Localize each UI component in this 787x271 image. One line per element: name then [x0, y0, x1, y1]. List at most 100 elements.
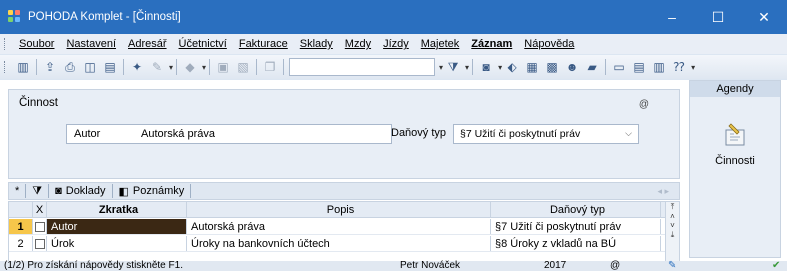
maximize-button[interactable]: ☐ [695, 0, 741, 34]
menu-adresar[interactable]: Adresář [128, 38, 167, 50]
tag-icon[interactable]: ⬖ [503, 58, 521, 76]
menu-zaznam[interactable]: Záznam [471, 38, 512, 50]
tab-separator [190, 184, 192, 198]
menu-jizdy[interactable]: Jízdy [383, 38, 409, 50]
window-icon[interactable]: ▭ [610, 58, 628, 76]
table-icon[interactable]: ▦ [523, 58, 541, 76]
menu-sklady[interactable]: Sklady [300, 38, 333, 50]
row-code[interactable]: Autor [47, 219, 187, 234]
agenda-panel: Agendy Činnosti [689, 80, 781, 258]
header-x[interactable]: X [33, 202, 47, 217]
tax-type-label: Daňový typ [391, 127, 447, 139]
close-button[interactable]: ✕ [741, 0, 787, 34]
print-report-icon[interactable]: ▤ [101, 58, 119, 76]
header-popis[interactable]: Popis [187, 202, 491, 217]
window-list-icon[interactable]: ▤ [630, 58, 648, 76]
row-code[interactable]: Úrok [47, 236, 187, 251]
save-close-icon[interactable]: ▧ [234, 58, 252, 76]
records-icon[interactable]: ◙ [477, 58, 495, 76]
delete-dropdown-icon[interactable]: ▾ [202, 63, 206, 72]
filter-tab-icon[interactable]: ⧩ [26, 185, 48, 198]
delete-record-icon[interactable]: ◆ [181, 58, 199, 76]
new-record-icon[interactable]: ✦ [128, 58, 146, 76]
scroll-bottom-icon[interactable]: ⤓ [671, 230, 675, 240]
window-title: POHODA Komplet - [Činnosti] [28, 11, 181, 23]
search-dropdown-icon[interactable]: ▾ [439, 63, 443, 72]
table-row[interactable]: 2 Úrok Úroky na bankovních účtech §8 Úro… [9, 236, 679, 252]
layout-icon[interactable]: ▥ [14, 58, 32, 76]
filter-icon[interactable]: ⧩ [444, 58, 462, 76]
menu-soubor[interactable]: Soubor [19, 38, 54, 50]
filter-dropdown-icon[interactable]: ▾ [465, 63, 469, 72]
toolbar: ▥ ⇪ ⎙ ◫ ▤ ✦ ✎ ▾ ◆ ▾ ▣ ▧ ❐ ▾ ⧩ ▾ ◙ ▾ ⬖ ▦ … [0, 55, 787, 79]
status-ok-icon: ✔ [772, 260, 781, 271]
agenda-header: Agendy [690, 81, 780, 97]
row-tax-type[interactable]: §7 Užití či poskytnutí práv [491, 219, 661, 234]
copy-icon[interactable]: ❐ [261, 58, 279, 76]
status-year[interactable]: 2017 [544, 261, 566, 271]
help-icon[interactable]: ⁇ [670, 58, 688, 76]
chevron-down-icon[interactable]: ⌵ [625, 128, 632, 139]
agenda-item-cinnosti[interactable]: Činnosti [710, 121, 760, 167]
tab-star[interactable]: * [9, 185, 25, 197]
toolbar-separator [209, 59, 211, 75]
code-field[interactable]: Autor [67, 128, 135, 140]
save-icon[interactable]: ▣ [214, 58, 232, 76]
status-help-text: (1/2) Pro získání nápovědy stiskněte F1. [4, 260, 183, 271]
row-checkbox[interactable] [33, 236, 47, 251]
window-panel-icon[interactable]: ▥ [650, 58, 668, 76]
toolbar-separator [605, 59, 607, 75]
documents-icon: ◙ [55, 185, 62, 197]
export-icon[interactable]: ⇪ [41, 58, 59, 76]
table-scrollbar[interactable]: ⤒ ˄ ˅ ⤓ [665, 202, 679, 262]
name-field[interactable]: Autorská práva [135, 128, 215, 140]
notes-icon: ◧ [118, 185, 129, 198]
scroll-top-icon[interactable]: ⤒ [671, 202, 675, 212]
print-icon[interactable]: ⎙ [61, 58, 79, 76]
at-icon[interactable]: @ [639, 99, 649, 110]
toolbar-separator [36, 59, 37, 75]
header-row-number [9, 202, 33, 217]
table-header: X Zkratka Popis Daňový typ [9, 202, 679, 218]
toolbar-separator [256, 59, 258, 75]
tab-poznamky[interactable]: ◧ Poznámky [113, 185, 191, 198]
tax-type-select[interactable]: §7 Užití či poskytnutí práv ⌵ [453, 124, 639, 144]
help-dropdown-icon[interactable]: ▾ [691, 63, 695, 72]
row-description[interactable]: Autorská práva [187, 219, 491, 234]
tab-doklady[interactable]: ◙ Doklady [49, 185, 111, 197]
row-tax-type[interactable]: §8 Úroky z vkladů na BÚ [491, 236, 661, 251]
menu-ucetnictvi[interactable]: Účetnictví [179, 38, 227, 50]
status-pen-icon[interactable]: ✎ [668, 261, 676, 271]
calculator-icon[interactable]: ▩ [543, 58, 561, 76]
tab-poznamky-label: Poznámky [132, 185, 185, 197]
menu-mzdy[interactable]: Mzdy [345, 38, 371, 50]
tab-scroll-icon[interactable]: ◂ ▸ [657, 186, 669, 197]
menu-fakturace[interactable]: Fakturace [239, 38, 288, 50]
edit-dropdown-icon[interactable]: ▾ [169, 63, 173, 72]
users-icon[interactable]: ☻ [563, 58, 581, 76]
menu-napoveda[interactable]: Nápověda [524, 38, 574, 50]
scroll-down-icon[interactable]: ˅ [670, 221, 675, 230]
activity-name-field[interactable]: Autor Autorská práva [66, 124, 392, 144]
menu-majetek[interactable]: Majetek [421, 38, 460, 50]
row-checkbox[interactable] [33, 219, 47, 234]
menu-grip [4, 38, 7, 50]
records-table: X Zkratka Popis Daňový typ 1 Autor Autor… [8, 201, 680, 263]
quick-search-input[interactable] [289, 58, 436, 76]
print-preview-icon[interactable]: ◫ [81, 58, 99, 76]
edit-record-icon[interactable]: ✎ [148, 58, 166, 76]
header-danovy-typ[interactable]: Daňový typ [491, 202, 661, 217]
bank-icon[interactable]: ▰ [583, 58, 601, 76]
status-at[interactable]: @ [610, 261, 620, 271]
row-number: 1 [9, 219, 33, 234]
row-description[interactable]: Úroky na bankovních účtech [187, 236, 491, 251]
table-row[interactable]: 1 Autor Autorská práva §7 Užití či posky… [9, 219, 679, 235]
toolbar-grip [4, 61, 7, 73]
records-dropdown-icon[interactable]: ▾ [498, 63, 502, 72]
row-number: 2 [9, 236, 33, 251]
minimize-button[interactable]: – [649, 0, 695, 34]
header-zkratka[interactable]: Zkratka [47, 202, 187, 217]
menu-nastaveni[interactable]: Nastavení [66, 38, 116, 50]
toolbar-separator [283, 59, 285, 75]
scroll-up-icon[interactable]: ˄ [670, 212, 675, 221]
